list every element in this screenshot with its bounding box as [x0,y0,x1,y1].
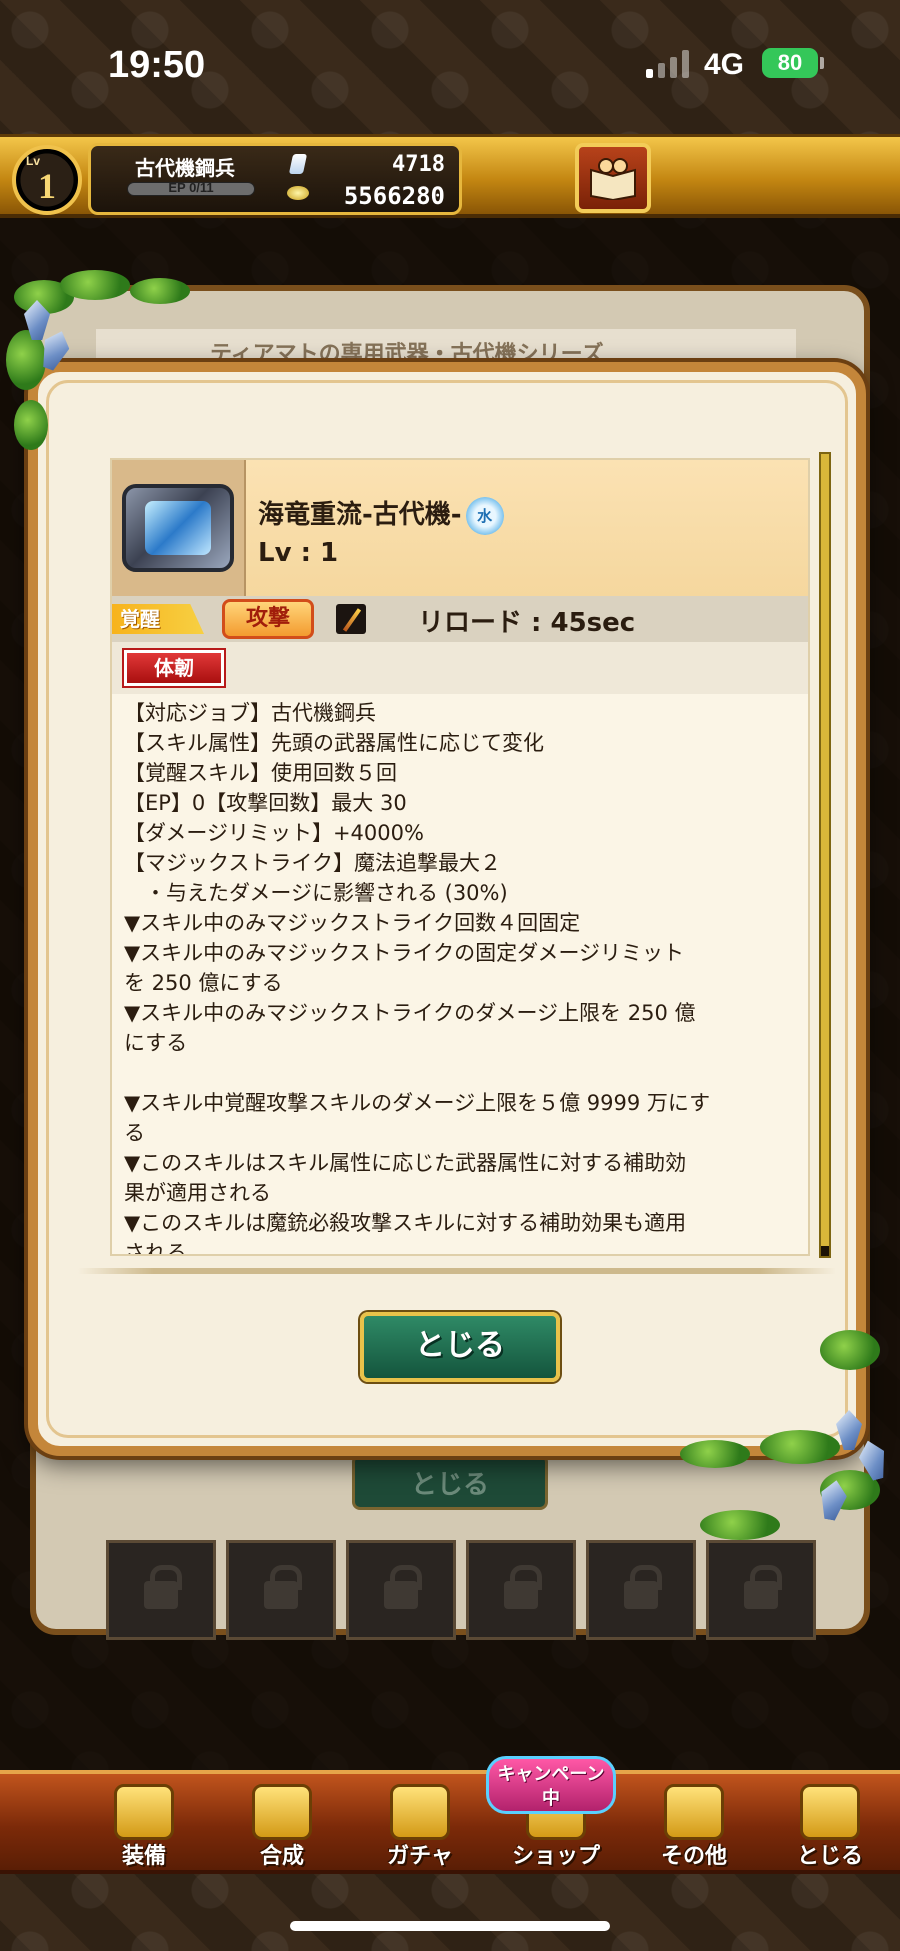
lock-icon [264,1565,302,1609]
gear-icon [664,1784,724,1840]
weapon-name-line: 海竜重流-古代機- 水 [258,494,504,535]
description-line: ▼このスキルは魔銃必殺攻撃スキルに対する補助効果も適用 [124,1211,687,1235]
description-line: 【ダメージリミット】+4000% [124,821,424,845]
gacha-card-icon [390,1784,450,1840]
nav-shop-label: ショップ [511,1844,600,1869]
nav-equip[interactable]: 装備 [84,1782,204,1874]
status-time: 19:50 [108,44,206,86]
description-line: 【マジックストライク】魔法追撃最大２ [124,851,501,875]
friends-book-button[interactable] [575,143,651,213]
campaign-badge[interactable]: キャンペーン中 [486,1756,616,1814]
lock-icon [624,1565,662,1609]
water-element-icon: 水 [465,496,504,535]
battery-level: 80 [777,50,803,75]
toughness-row: 体韌 [112,642,808,694]
nav-gacha-label: ガチャ [387,1844,453,1869]
locked-slots [106,1540,816,1640]
description-line: ▼スキル中覚醒攻撃スキルのダメージ上限を５億 9999 万にす [124,1091,711,1115]
battery-tip [820,57,824,69]
reload-time: リロード : 45sec [418,608,636,638]
description-line: される [124,1241,187,1256]
description-line: ・与えたダメージに影響される (30%) [124,881,508,905]
description-line: ▼スキル中のみマジックストライク回数４回固定 [124,911,581,935]
nav-other[interactable]: その他 [634,1782,754,1874]
locked-slot [466,1540,576,1640]
network-type: 4G [704,48,745,81]
player-level: 1 [38,166,56,206]
nav-other-label: その他 [660,1844,727,1869]
description-line: ▼スキル中のみマジックストライクのダメージ上限を 250 億 [124,1001,696,1025]
description-line: ▼このスキルはスキル属性に応じた武器属性に対する補助効 [124,1151,687,1175]
description-line: 果が適用される [124,1181,271,1205]
weapon-name: 海竜重流-古代機- [258,500,462,530]
player-name: 古代機鋼兵 [135,156,235,180]
lock-icon [744,1565,782,1609]
staff-weapon-icon [336,604,366,634]
description-line: 【対応ジョブ】古代機鋼兵 [124,701,376,725]
description-line: を 250 億にする [124,971,283,995]
battery-icon: 80 [762,48,818,78]
bottom-navigation: 装備 合成 ガチャ ショップ その他 とじる [0,1770,900,1874]
attack-type-tag: 攻撃 [222,599,314,639]
close-button[interactable]: とじる [360,1312,560,1382]
nav-close-label: とじる [796,1844,863,1869]
gold-count: 5566280 [343,182,445,210]
scrollbar-thumb[interactable] [821,1246,829,1256]
modal-divider [78,1268,836,1274]
book-icon [590,158,636,200]
hammer-icon [252,1784,312,1840]
ep-bar: EP 0/11 [127,180,255,196]
awaken-tag: 覚醒 [112,604,204,634]
skill-card-header: 海竜重流-古代機- 水 Lv : 1 [112,460,808,596]
weapon-emblem [145,501,211,555]
description-scrollbar[interactable] [819,452,831,1258]
player-header: Lv 1 古代機鋼兵 EP 0/11 4718 5566280 [0,134,900,218]
locked-slot [586,1540,696,1640]
description-line: ▼スキル中のみマジックストライクの固定ダメージリミット [124,941,685,965]
locked-slot [106,1540,216,1640]
skill-card[interactable]: 海竜重流-古代機- 水 Lv : 1 覚醒 攻撃 リロード : 45sec 体韌 … [110,458,810,1256]
equip-icon [114,1784,174,1840]
lock-icon [144,1565,182,1609]
gem-icon [288,154,308,174]
gold-icon [287,186,309,200]
locked-slot [226,1540,336,1640]
description-line: 【EP】0【攻撃回数】最大 30 [124,791,407,815]
level-badge: Lv 1 [12,145,82,215]
gem-count: 4718 [392,152,445,177]
description-line: 【スキル属性】先頭の武器属性に応じて変化 [124,731,544,755]
player-info-box: 古代機鋼兵 EP 0/11 4718 5566280 [88,143,462,215]
lock-icon [384,1565,422,1609]
locked-slot [706,1540,816,1640]
weapon-icon-frame [112,460,246,596]
locked-slot [346,1540,456,1640]
nav-synthesis-label: 合成 [259,1844,304,1869]
description-line: 【覚醒スキル】使用回数５回 [124,761,397,785]
lock-icon [504,1565,542,1609]
signal-icon [646,50,689,78]
skill-detail-modal: 海竜重流-古代機- 水 Lv : 1 覚醒 攻撃 リロード : 45sec 体韌 … [28,362,866,1456]
nav-equip-label: 装備 [121,1844,166,1869]
character-statue-icon [800,1784,860,1840]
nav-synthesis[interactable]: 合成 [222,1782,342,1874]
home-indicator[interactable] [290,1921,610,1931]
nav-gacha[interactable]: ガチャ [360,1782,480,1874]
skill-description: 【対応ジョブ】古代機鋼兵 【スキル属性】先頭の武器属性に応じて変化 【覚醒スキル… [124,698,806,1256]
weapon-icon [122,484,234,572]
skill-attribute-row: 覚醒 攻撃 リロード : 45sec [112,596,808,642]
status-bar: 19:50 4G 80 [0,0,900,130]
description-line: にする [124,1031,188,1055]
nav-close[interactable]: とじる [770,1782,890,1874]
background-close-button: とじる [352,1454,548,1510]
description-line: る [124,1121,145,1145]
description-line [124,1058,806,1088]
toughness-tag: 体韌 [122,648,226,688]
ep-text: EP 0/11 [168,180,214,195]
weapon-level: Lv : 1 [258,538,339,568]
